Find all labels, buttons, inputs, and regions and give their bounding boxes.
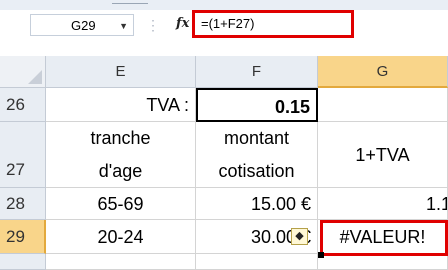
formula-text: =(1+F27) xyxy=(201,16,255,31)
select-all-icon xyxy=(28,70,42,84)
warning-icon[interactable]: ◆ xyxy=(291,228,308,245)
row-header-27[interactable]: 27 xyxy=(0,122,46,188)
cell-g30[interactable] xyxy=(318,254,448,270)
cell-e29[interactable]: 20-24 xyxy=(46,220,196,254)
cell-f27[interactable]: montant cotisation xyxy=(196,122,318,188)
row-header-29[interactable]: 29 xyxy=(0,220,46,254)
cell-f28[interactable]: 15.00 € xyxy=(196,188,318,220)
row-header-26[interactable]: 26 xyxy=(0,88,46,122)
formula-input[interactable]: =(1+F27) xyxy=(192,10,354,38)
insert-function-icon[interactable]: fx xyxy=(176,16,189,31)
cell-f27-line1: montant xyxy=(223,128,290,148)
worksheet-grid: E F G 26 TVA : 0.15 27 tranche d'age mon… xyxy=(0,56,448,270)
name-box[interactable]: G29 ▼ xyxy=(30,14,134,36)
chevron-down-icon[interactable]: ▼ xyxy=(119,15,128,37)
cell-e27-line2: d'age xyxy=(98,161,143,181)
cell-f27-line2: cotisation xyxy=(218,161,295,181)
fill-handle[interactable] xyxy=(318,252,324,258)
cell-e27[interactable]: tranche d'age xyxy=(46,122,196,188)
column-header-g[interactable]: G xyxy=(318,56,448,88)
row-header-28[interactable]: 28 xyxy=(0,188,46,220)
cell-f26[interactable]: 0.15 xyxy=(196,88,318,122)
column-header-e[interactable]: E xyxy=(46,56,196,88)
formula-bar: G29 ▼ ⋮ fx =(1+F27) xyxy=(0,10,448,57)
cell-g28[interactable]: 1.15 xyxy=(318,188,448,220)
row-header-30[interactable] xyxy=(0,254,46,270)
cell-e27-line1: tranche xyxy=(90,128,151,148)
cell-e28[interactable]: 65-69 xyxy=(46,188,196,220)
ribbon-divider xyxy=(112,3,148,7)
select-all-corner[interactable] xyxy=(0,56,46,88)
formula-bar-grip-icon[interactable]: ⋮ xyxy=(146,16,160,34)
name-box-value: G29 xyxy=(71,18,96,33)
column-header-f[interactable]: F xyxy=(196,56,318,88)
cell-e26[interactable]: TVA : xyxy=(46,88,196,122)
cell-f30[interactable] xyxy=(196,254,318,270)
cell-g26[interactable] xyxy=(318,88,448,122)
cell-e30[interactable] xyxy=(46,254,196,270)
cell-g27[interactable]: 1+TVA xyxy=(318,122,448,188)
cell-g29[interactable]: #VALEUR! xyxy=(318,220,448,254)
cell-g28-value: 1.15 xyxy=(425,194,447,214)
